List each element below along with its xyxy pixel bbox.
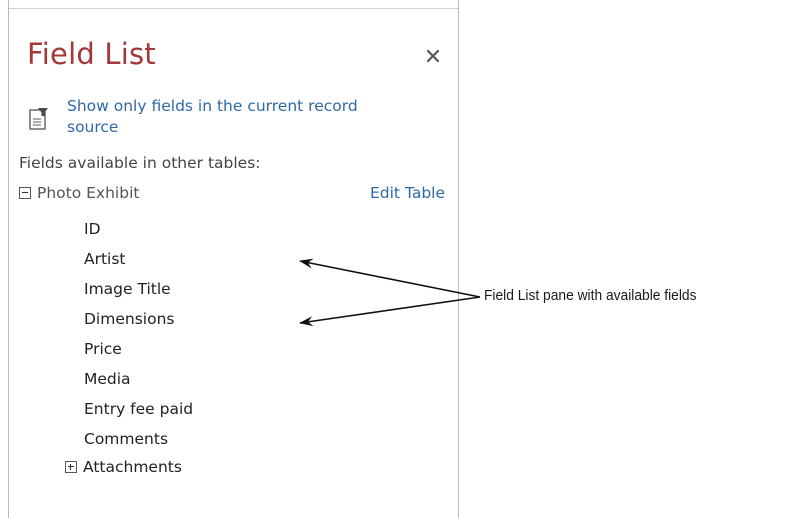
field-item-dimensions[interactable]: Dimensions bbox=[84, 304, 193, 334]
field-item-price[interactable]: Price bbox=[84, 334, 193, 364]
pane-title: Field List bbox=[27, 37, 156, 71]
collapse-icon[interactable] bbox=[19, 187, 31, 199]
expand-icon[interactable] bbox=[65, 461, 77, 473]
field-item-entry-fee-paid[interactable]: Entry fee paid bbox=[84, 394, 193, 424]
close-icon bbox=[426, 49, 440, 63]
show-only-current-source-link[interactable]: Show only fields in the current record s… bbox=[27, 96, 407, 138]
close-button[interactable] bbox=[423, 46, 443, 66]
edit-table-link[interactable]: Edit Table bbox=[370, 184, 445, 202]
section-label: Fields available in other tables: bbox=[19, 154, 261, 172]
attachments-row: Attachments bbox=[65, 456, 182, 478]
show-only-label: Show only fields in the current record s… bbox=[67, 97, 358, 136]
field-list-pane: Field List Show only fields in the curre… bbox=[8, 0, 459, 518]
filter-list-icon bbox=[29, 108, 48, 130]
field-item-artist[interactable]: Artist bbox=[84, 244, 193, 274]
field-item-media[interactable]: Media bbox=[84, 364, 193, 394]
field-item-image-title[interactable]: Image Title bbox=[84, 274, 193, 304]
field-item-attachments[interactable]: Attachments bbox=[83, 458, 182, 476]
pane-top-divider bbox=[9, 8, 458, 9]
callout-label: Field List pane with available fields bbox=[484, 287, 697, 304]
field-list: ID Artist Image Title Dimensions Price M… bbox=[84, 214, 193, 454]
table-row-photo-exhibit: Photo Exhibit Edit Table bbox=[19, 182, 445, 204]
field-item-comments[interactable]: Comments bbox=[84, 424, 193, 454]
table-name[interactable]: Photo Exhibit bbox=[37, 184, 139, 202]
field-item-id[interactable]: ID bbox=[84, 214, 193, 244]
